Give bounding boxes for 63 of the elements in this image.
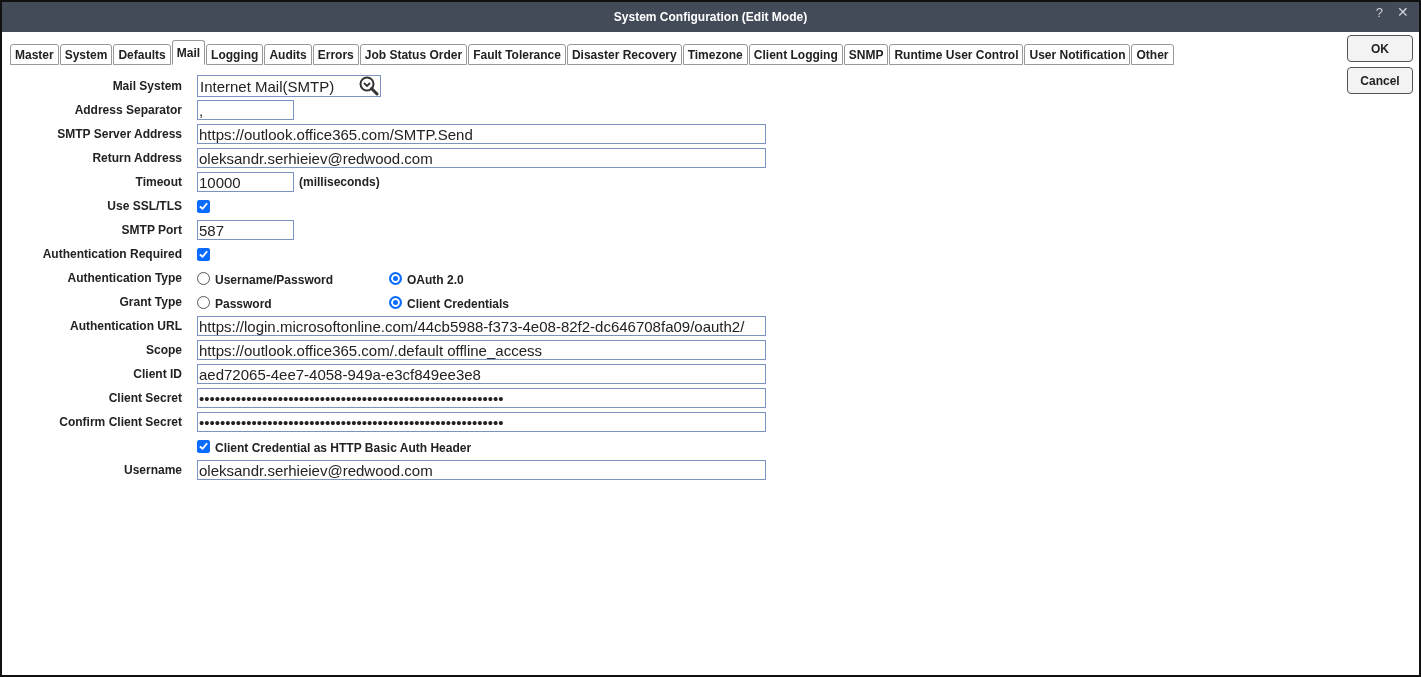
radio-button[interactable] [197, 295, 210, 309]
checkbox[interactable] [197, 247, 210, 261]
tab[interactable]: Disaster Recovery [566, 44, 682, 65]
field-label: Timeout [134, 175, 183, 189]
tab[interactable]: User Notification [1024, 44, 1131, 65]
field-label: Authentication URL [69, 319, 183, 333]
tab[interactable]: Errors [312, 44, 359, 65]
field-label: Scope [145, 343, 183, 357]
input-field[interactable]: 587 [197, 220, 294, 240]
tab[interactable]: Job Status Order [359, 44, 468, 65]
tab[interactable]: Other [1131, 44, 1174, 65]
tab[interactable]: Timezone [682, 44, 748, 65]
radio-label: Username/Password [215, 272, 334, 287]
close-button[interactable]: ✕ [1397, 4, 1409, 20]
input-field[interactable]: https://login.microsoftonline.com/44cb5988-f373-4e08-82f2-dc646708fa09/oauth2/ [197, 316, 766, 336]
tab[interactable]: Master [10, 44, 59, 65]
checkbox[interactable] [197, 199, 210, 213]
field-label: Confirm Client Secret [58, 415, 183, 429]
radio-label: Client Credentials [407, 296, 510, 311]
unit-label: (milliseconds) [299, 175, 380, 189]
tab[interactable]: Runtime User Control [889, 44, 1024, 65]
field-label: Return Address [91, 151, 183, 165]
field-label: SMTP Port [120, 223, 183, 237]
tab[interactable]: Mail [171, 40, 206, 65]
input-field[interactable]: https://outlook.office365.com/SMTP.Send [197, 124, 766, 144]
field-label: Mail System [111, 79, 183, 93]
window-title: System Configuration (Edit Mode) [613, 10, 808, 24]
input-field[interactable]: https://outlook.office365.com/.default offline_access [197, 340, 766, 360]
tab[interactable]: SNMP [843, 44, 889, 65]
input-field[interactable]: , [197, 100, 294, 120]
field-label: Client Secret [107, 391, 183, 405]
tab[interactable]: Audits [264, 44, 312, 65]
field-label: SMTP Server Address [56, 127, 183, 141]
tab[interactable]: System [59, 44, 113, 65]
input-field[interactable]: aed72065-4ee7-4058-949a-e3cf849ee3e8 [197, 364, 766, 384]
field-label: Authentication Required [41, 247, 183, 261]
help-button[interactable]: ? [1375, 4, 1383, 20]
tab[interactable]: Logging [206, 44, 264, 65]
tab[interactable]: Client Logging [748, 44, 843, 65]
input-field[interactable]: •••••••••••••••••••••••••••••••••••••••••••••••••••••••••• [197, 388, 766, 408]
radio-label: OAuth 2.0 [407, 272, 464, 287]
field-label: Username [122, 463, 183, 477]
input-field[interactable]: oleksandr.serhieiev@redwood.com [197, 148, 766, 168]
input-field[interactable]: •••••••••••••••••••••••••••••••••••••••••••••••••••••••••• [197, 412, 766, 432]
input-field[interactable]: oleksandr.serhieiev@redwood.com [197, 460, 766, 480]
field-label: Client ID [132, 367, 183, 381]
field-label: Authentication Type [66, 271, 183, 285]
cancel-button[interactable]: Cancel [1347, 67, 1413, 94]
field-label: Use SSL/TLS [106, 199, 183, 213]
radio-button[interactable] [389, 271, 402, 285]
mail-system-field[interactable]: Internet Mail(SMTP) [197, 75, 381, 97]
field-label: Grant Type [118, 295, 183, 309]
radio-button[interactable] [197, 271, 210, 285]
radio-label: Password [215, 296, 272, 311]
field-label: Address Separator [73, 103, 183, 117]
checkbox-label: Client Credential as HTTP Basic Auth Header [215, 440, 472, 455]
input-field[interactable]: 10000 [197, 172, 294, 192]
search-icon[interactable] [359, 76, 379, 96]
checkbox[interactable] [197, 439, 210, 453]
tab[interactable]: Fault Tolerance [468, 44, 566, 65]
radio-button[interactable] [389, 295, 402, 309]
ok-button[interactable]: OK [1347, 35, 1413, 62]
tab[interactable]: Defaults [113, 44, 171, 65]
